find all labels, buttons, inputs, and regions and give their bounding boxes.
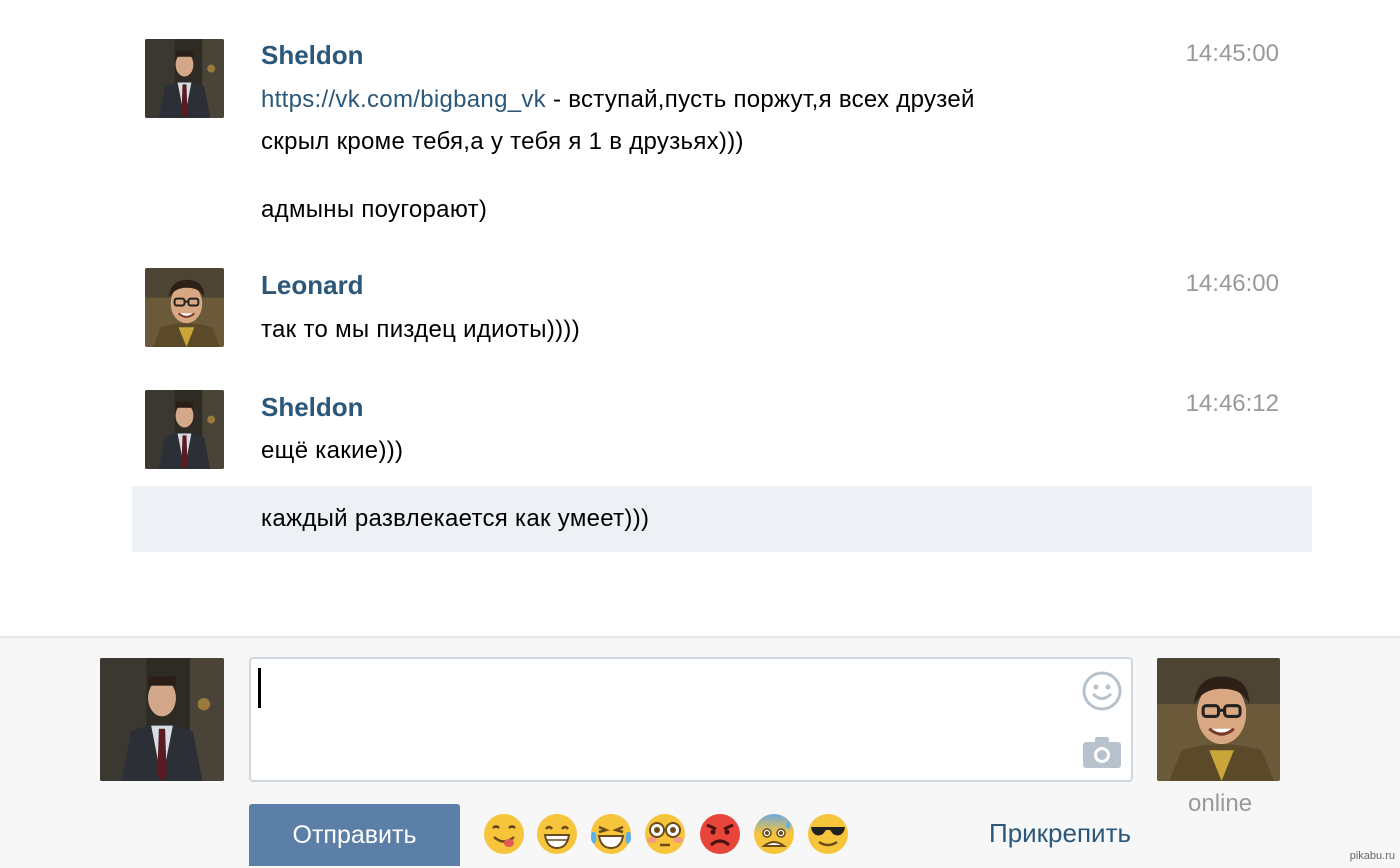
message-text-line: ещё какие))) <box>261 437 404 464</box>
message-timestamp: 14:46:12 <box>1185 390 1279 417</box>
message-text-line: так то мы пиздец идиоты)))) <box>261 316 580 343</box>
message-text-line: скрыл кроме тебя,а у тебя я 1 в друзьях)… <box>261 128 744 155</box>
message-author[interactable]: Sheldon <box>261 40 364 71</box>
online-status: online <box>1188 790 1253 817</box>
joy-emoji[interactable] <box>589 812 633 856</box>
watermark: pikabu.ru <box>1349 850 1395 862</box>
attach-button[interactable]: Прикрепить <box>989 818 1131 849</box>
cold-sweat-emoji[interactable] <box>752 812 796 856</box>
leonard-avatar[interactable] <box>145 268 224 347</box>
sunglasses-emoji[interactable] <box>806 812 850 856</box>
flushed-emoji[interactable] <box>643 812 687 856</box>
camera-icon[interactable] <box>1081 732 1123 774</box>
message-text-line: каждый развлекается как умеет))) <box>261 505 650 532</box>
message-text: - вступай,пусть поржут,я всех друзей <box>545 86 975 113</box>
sheldon-avatar[interactable] <box>145 39 224 118</box>
yum-emoji[interactable] <box>482 812 526 856</box>
message-timestamp: 14:45:00 <box>1185 40 1279 67</box>
message-text-line: https://vk.com/bigbang_vk - вступай,пуст… <box>261 86 975 114</box>
message-author[interactable]: Leonard <box>261 270 364 301</box>
sheldon-avatar[interactable] <box>145 390 224 469</box>
message-input[interactable] <box>249 657 1133 782</box>
grin-emoji[interactable] <box>535 812 579 856</box>
text-caret <box>258 668 261 708</box>
message-author[interactable]: Sheldon <box>261 392 364 423</box>
message-link[interactable]: https://vk.com/bigbang_vk <box>261 86 546 113</box>
contact-avatar[interactable] <box>1157 658 1280 781</box>
angry-emoji[interactable] <box>698 812 742 856</box>
message-text-line: адмыны поугорают) <box>261 196 488 223</box>
message-timestamp: 14:46:00 <box>1185 270 1279 297</box>
smiley-icon[interactable] <box>1081 670 1123 712</box>
send-button[interactable]: Отправить <box>249 804 460 866</box>
my-avatar[interactable] <box>100 658 224 781</box>
